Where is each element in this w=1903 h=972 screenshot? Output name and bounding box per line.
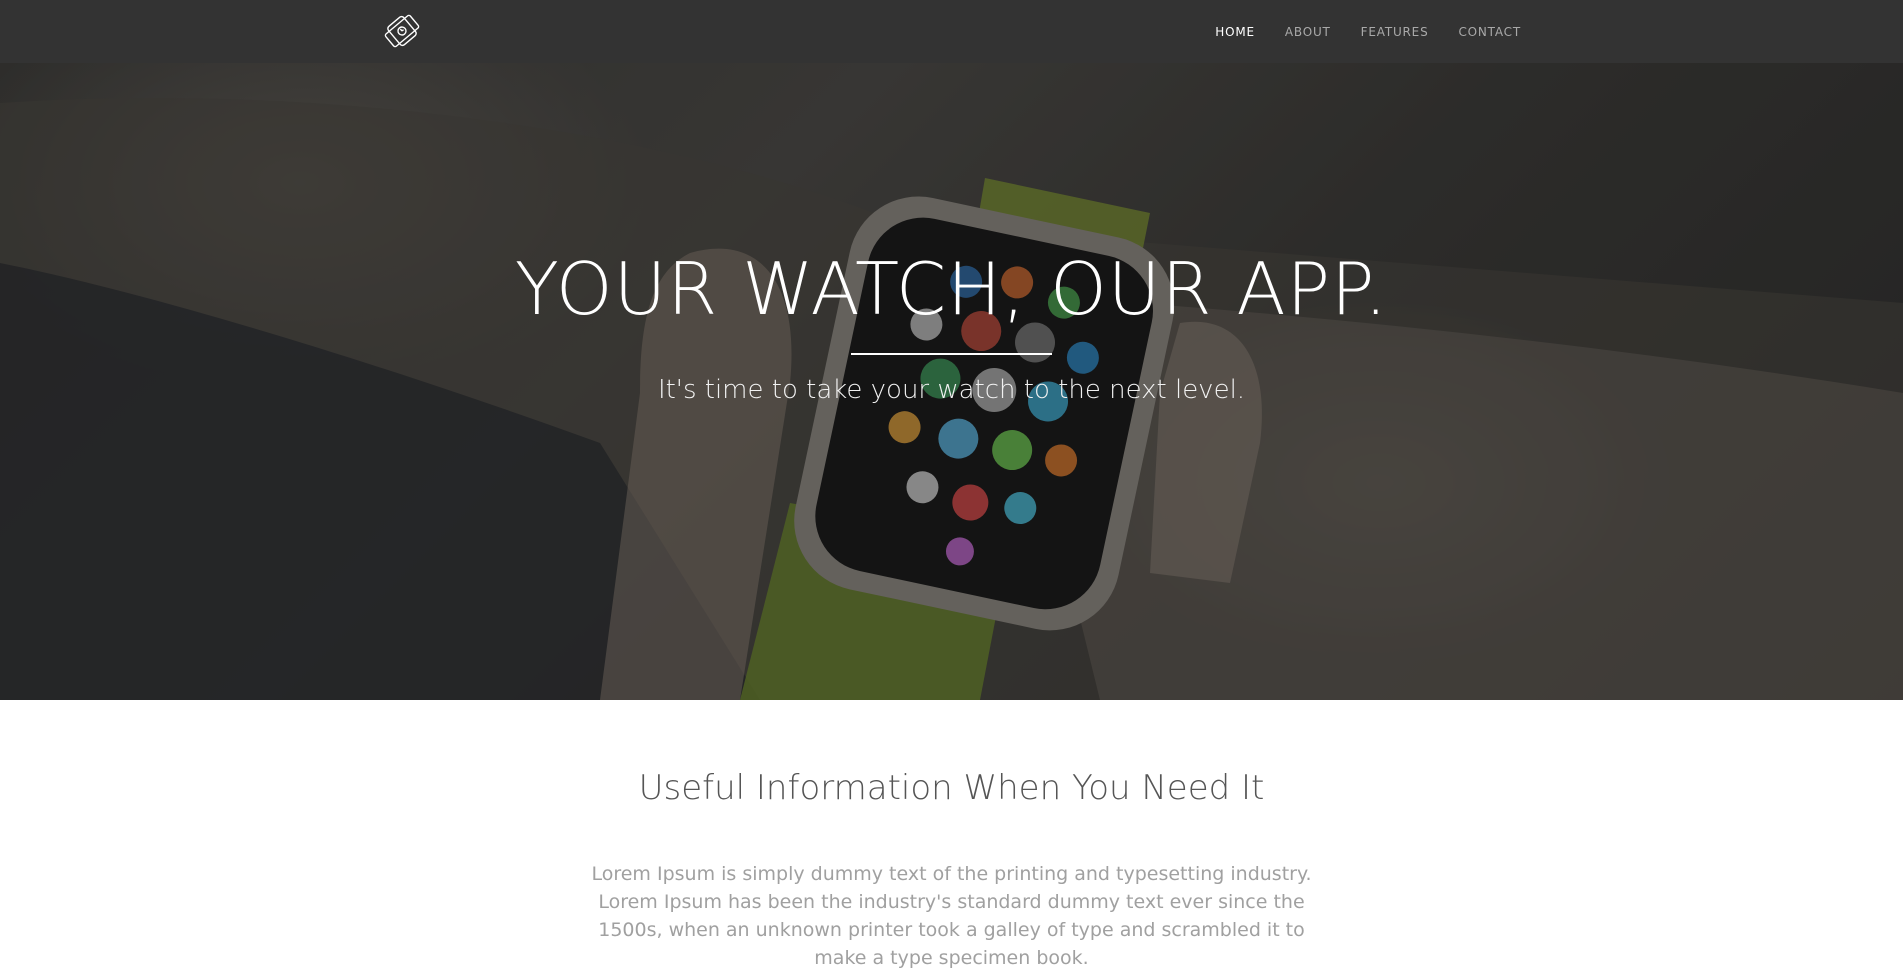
hero-subtitle: It's time to take your watch to the next… [657,375,1246,405]
nav-features[interactable]: FEATURES [1361,25,1429,39]
nav-home[interactable]: HOME [1215,25,1255,39]
navbar: HOME ABOUT FEATURES CONTACT [0,0,1903,63]
section-body-text: Lorem Ipsum is simply dummy text of the … [591,863,1312,969]
main-nav: HOME ABOUT FEATURES CONTACT [1185,0,1521,63]
info-section: Useful Information When You Need It Lore… [0,700,1903,969]
nav-about[interactable]: ABOUT [1285,25,1331,39]
hero-title: YOUR WATCH, OUR APP. [514,247,1389,331]
smartwatch-logo-icon[interactable] [380,9,424,53]
section-title: Useful Information When You Need It [638,768,1265,808]
nav-contact[interactable]: CONTACT [1458,25,1521,39]
hero-divider [851,353,1052,355]
hero-section: YOUR WATCH, OUR APP. It's time to take y… [0,63,1903,700]
